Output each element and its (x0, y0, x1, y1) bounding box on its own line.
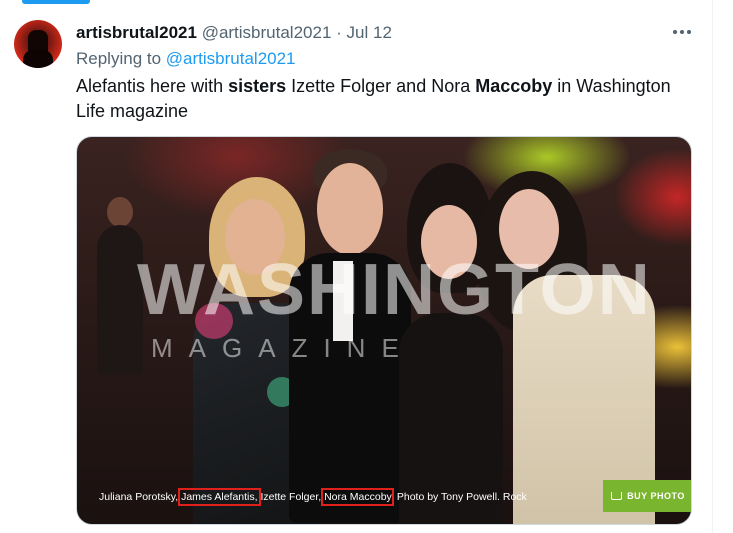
more-horizontal-icon[interactable] (670, 20, 694, 44)
buy-photo-label: BUY PHOTO (627, 491, 685, 501)
watermark-title: WASHINGTON (137, 250, 652, 330)
avatar-figure-shoulders (23, 50, 53, 68)
cart-icon (611, 492, 623, 500)
watermark-subtitle: MAGAZINE (151, 333, 415, 363)
tweet-text-bold: Maccoby (475, 76, 553, 96)
dot-separator: · (336, 23, 342, 42)
tweet-text-bold: sisters (228, 76, 287, 96)
tweet-photo[interactable]: WASHINGTON MAGAZINE Juliana Porotsky, Ja… (76, 136, 692, 525)
tweet-text-part: Alefantis here with (76, 76, 229, 96)
caption-highlight-nora: Nora Maccoby (321, 488, 395, 506)
tweet-date[interactable]: Jul 12 (347, 23, 392, 42)
column-divider (712, 0, 713, 533)
caption-part: Juliana Porotsky, (99, 491, 182, 503)
caption-part: Izette Folger, (257, 491, 325, 503)
more-dot (673, 30, 677, 34)
caption-part: . Photo by Tony Powell. Rock (391, 491, 527, 503)
caption-highlight-james: James Alefantis, (178, 488, 261, 506)
tweet-text: Alefantis here with sisters Izette Folge… (76, 74, 696, 124)
avatar[interactable] (14, 20, 62, 68)
replying-to: Replying to @artisbrutal2021 (76, 48, 296, 70)
buy-photo-button[interactable]: BUY PHOTO (603, 480, 691, 512)
more-dot (687, 30, 691, 34)
more-dot (680, 30, 684, 34)
replying-handle-link[interactable]: @artisbrutal2021 (166, 49, 296, 68)
photo-caption: Juliana Porotsky, James Alefantis, Izett… (99, 488, 527, 506)
user-handle[interactable]: @artisbrutal2021 (202, 23, 332, 42)
replying-prefix: Replying to (76, 49, 162, 68)
tweet-text-part: Izette Folger and Nora (286, 76, 476, 96)
display-name[interactable]: artisbrutal2021 (76, 23, 197, 42)
tweet-header: artisbrutal2021 @artisbrutal2021 · Jul 1… (76, 22, 392, 44)
top-accent-bar (22, 0, 90, 4)
